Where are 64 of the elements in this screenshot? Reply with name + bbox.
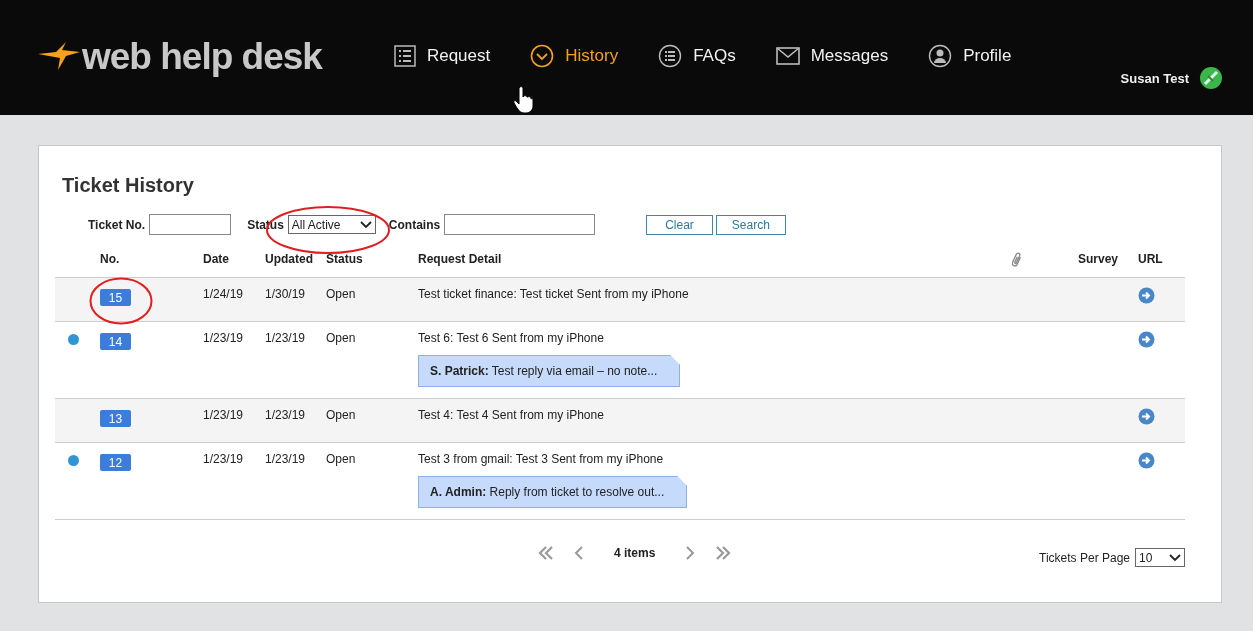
contains-field[interactable] [444,214,596,235]
filter-button[interactable]: Search [715,214,786,235]
previous-page-icon[interactable] [574,545,584,560]
first-page-icon[interactable] [538,545,554,560]
list-icon [658,44,683,68]
per-page-dropdown[interactable]: 10 [1135,548,1185,567]
reply-note: S. Patrick: Test reply via email – no note... [418,355,681,387]
column-header: Updated [265,252,314,268]
filter-button[interactable]: Clear [646,214,713,235]
request-detail: Test 3 from gmail: Test 3 Sent from my iPhone [418,452,664,466]
arrow-right-icon[interactable] [1138,287,1155,304]
table-cell-text: Open [326,452,357,468]
last-page-icon[interactable] [715,545,732,560]
ticket-number-link[interactable]: 14 [100,333,131,350]
next-page-icon[interactable] [685,545,696,560]
arrow-right-icon[interactable] [1138,408,1155,425]
per-page-label: Tickets Per Page [1039,550,1130,565]
arrow-right-icon[interactable] [1138,331,1155,348]
nav-tab[interactable]: FAQs [658,44,736,68]
request-detail: Test 6: Test 6 Sent from my iPhone [418,331,604,345]
column-header: URL [1138,252,1164,268]
table-cell-text: 1/24/19 [203,287,245,303]
chevron-down-icon [530,44,555,68]
table-cell-text: Open [326,287,357,303]
logout-icon[interactable] [1199,66,1223,90]
table-cell-text: 1/23/19 [265,408,307,424]
field-label: Ticket No. [88,217,146,232]
ticket-number-link[interactable]: 13 [100,410,131,427]
caret-icon [359,220,372,229]
user-icon [928,44,953,68]
request-detail: Test ticket finance: Test ticket Sent from my iPhone [418,287,689,301]
table-cell-text: 1/30/19 [265,287,307,303]
table-cell-text: 1/23/19 [203,452,245,468]
table-cell-text: 1/23/19 [265,331,307,347]
ticket-number-link[interactable]: 15 [100,289,131,306]
nav-tab[interactable]: History [530,44,619,68]
table-cell-text: Open [326,331,357,347]
nav-tab[interactable]: Profile [928,44,1012,68]
column-header: Request Detail [418,252,503,268]
column-header: Status [326,252,364,268]
status-dropdown[interactable]: All Active [287,215,376,234]
list-icon [393,45,416,67]
item-count: 4 items [614,545,656,560]
reply-note: A. Admin: Reply from ticket to resolve out... [418,476,688,508]
column-header: Survey [1078,252,1120,268]
ticket-number-field[interactable] [149,214,232,235]
caret-icon [1169,553,1181,562]
user-name[interactable]: Susan Test [1120,70,1189,86]
table-cell-text: 1/23/19 [203,408,245,424]
field-label: Contains [388,217,441,232]
table-cell-text: 1/23/19 [265,452,307,468]
nav-tab[interactable]: Request [393,44,491,68]
column-header: Date [203,252,230,268]
mail-icon [775,47,800,65]
paperclip-icon [1012,252,1022,268]
ticket-number-link[interactable]: 12 [100,454,131,471]
nav-tab[interactable]: Messages [775,44,889,68]
column-header: No. [100,252,121,268]
page-title: Ticket History [62,174,195,197]
logo-text: web help desk [82,36,322,78]
table-cell-text: 1/23/19 [203,331,245,347]
request-detail: Test 4: Test 4 Sent from my iPhone [418,408,604,422]
table-cell-text: Open [326,408,357,424]
arrow-right-icon[interactable] [1138,452,1155,469]
